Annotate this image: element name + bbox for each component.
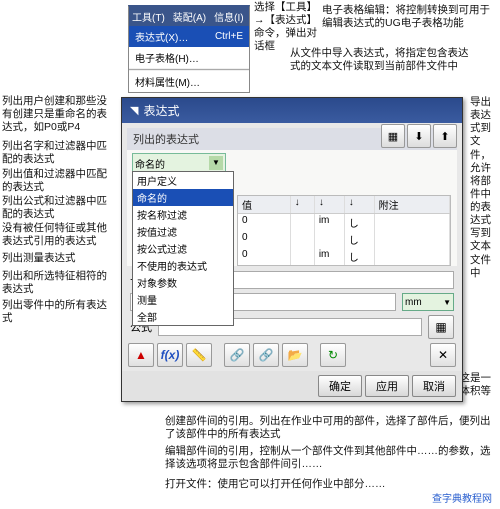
dialog-title: 表达式 xyxy=(143,102,179,119)
dd-opt-all[interactable]: 全部 xyxy=(133,308,233,325)
col-4: ↓ xyxy=(345,196,375,213)
chevron-down-icon: ▼ xyxy=(209,156,223,170)
function-fx-icon[interactable]: f(x) xyxy=(157,343,183,367)
function-toolbar: ▲ f(x) 📏 🔗 🔗 📂 ↻ ✕ xyxy=(128,343,456,367)
dialog-buttons: 确定 应用 取消 xyxy=(122,371,462,401)
open-file-icon[interactable]: 📂 xyxy=(282,343,308,367)
watermark: 查字典教程网 xyxy=(432,490,492,505)
edit-interpart-icon[interactable]: 🔗 xyxy=(253,343,279,367)
listed-expressions-group: 列出的表达式 命名的 ▼ 用户定义 命名的 按名称过滤 按值过滤 按公式过滤 不… xyxy=(127,128,457,266)
dropdown-value: 命名的 xyxy=(135,156,165,171)
menu-item-spreadsheet[interactable]: 电子表格(H)… xyxy=(129,47,249,68)
col-value: 值 xyxy=(238,196,291,213)
ann-l1: 列出用户创建和那些没有创建只是重命名的表达式，如P0或P4 xyxy=(2,95,117,134)
ann-b3: 创建部件间的引用。列出在作业中可用的部件，选择了部件后，便列出了该部件中的所有表… xyxy=(165,415,495,441)
dd-opt-byname[interactable]: 按名称过滤 xyxy=(133,206,233,223)
col-3: ↓ xyxy=(315,196,345,213)
refresh-icon[interactable]: ↻ xyxy=(320,343,346,367)
interpart-ref-icon[interactable]: 🔗 xyxy=(224,343,250,367)
ann-menu: 选择【工具】→【表达式】命令，弹出对话框 xyxy=(254,1,317,54)
ann-excel: 电子表格编辑：将控制转换到可用于编辑表达式的UG电子表格功能 xyxy=(322,4,492,30)
dd-opt-objparam[interactable]: 对象参数 xyxy=(133,274,233,291)
ann-l8: 列出零件中的所有表达式 xyxy=(2,299,117,325)
menu-item-material[interactable]: 材料属性(M)… xyxy=(129,71,249,92)
export-file-icon[interactable]: ⬆ xyxy=(433,124,457,148)
table-row[interactable]: 0imし xyxy=(238,248,450,265)
table-row[interactable]: 0し xyxy=(238,231,450,248)
ok-button[interactable]: 确定 xyxy=(318,375,362,397)
ann-l5: 没有被任何特征或其他表达式引用的表达式 xyxy=(2,222,117,248)
table-header: 值 ↓ ↓ ↓ 附注 xyxy=(238,196,450,214)
unit-dropdown[interactable]: mm▼ xyxy=(402,293,454,311)
stop-icon[interactable]: ▲ xyxy=(128,343,154,367)
menu-tools[interactable]: 工具(T) xyxy=(132,9,165,24)
apply-button[interactable]: 应用 xyxy=(365,375,409,397)
tools-menu: 工具(T) 装配(A) 信息(I) 表达式(X)… Ctrl+E 电子表格(H)… xyxy=(128,5,250,93)
dialog-icon: ◥ xyxy=(130,104,138,117)
dd-opt-measure[interactable]: 测量 xyxy=(133,291,233,308)
ann-l6: 列出测量表达式 xyxy=(2,252,117,265)
expression-dialog: ◥ 表达式 ▦ ⬇ ⬆ 列出的表达式 命名的 ▼ 用户定义 命名的 按名称过滤 … xyxy=(121,97,463,402)
dd-opt-byformula[interactable]: 按公式过滤 xyxy=(133,240,233,257)
ann-b4: 编辑部件间的引用，控制从一个部件文件到其他部件中……的参数，选择该选项将显示包含… xyxy=(165,445,495,471)
filter-dropdown[interactable]: 命名的 ▼ xyxy=(132,153,226,173)
menu-shortcut: Ctrl+E xyxy=(215,31,243,42)
dialog-toolbar: ▦ ⬇ ⬆ xyxy=(381,124,457,148)
dd-opt-unused[interactable]: 不使用的表达式 xyxy=(133,257,233,274)
col-note: 附注 xyxy=(375,196,450,213)
col-2: ↓ xyxy=(291,196,315,213)
measure-distance-icon[interactable]: 📏 xyxy=(186,343,212,367)
dd-opt-named[interactable]: 命名的 xyxy=(133,189,233,206)
dialog-titlebar: ◥ 表达式 xyxy=(122,98,462,123)
ann-l2: 列出名字和过滤器中匹配的表达式 xyxy=(2,140,117,166)
ann-import: 从文件中导入表达式，将指定包含表达式的文本文件读取到当前部件文件中 xyxy=(290,47,470,73)
menu-assembly[interactable]: 装配(A) xyxy=(173,9,206,24)
ann-l3: 列出值和过滤器中匹配的表达式 xyxy=(2,168,117,194)
ann-l7: 列出和所选特征相符的表达式 xyxy=(2,270,117,296)
chevron-down-icon: ▼ xyxy=(443,298,451,307)
menubar[interactable]: 工具(T) 装配(A) 信息(I) xyxy=(129,7,249,26)
delete-icon[interactable]: ✕ xyxy=(430,343,456,367)
menu-item-label: 表达式(X)… xyxy=(135,29,188,44)
excel-edit-icon[interactable]: ▦ xyxy=(381,124,405,148)
menu-info[interactable]: 信息(I) xyxy=(214,9,243,24)
ann-l4: 列出公式和过滤器中匹配的表达式 xyxy=(2,195,117,221)
import-file-icon[interactable]: ⬇ xyxy=(407,124,431,148)
menu-separator xyxy=(129,69,249,70)
dd-opt-byvalue[interactable]: 按值过滤 xyxy=(133,223,233,240)
cancel-button[interactable]: 取消 xyxy=(412,375,456,397)
table-row[interactable]: 0imし xyxy=(238,214,450,231)
menu-item-expression[interactable]: 表达式(X)… Ctrl+E xyxy=(129,26,249,47)
dd-opt-userdef[interactable]: 用户定义 xyxy=(133,172,233,189)
expression-table[interactable]: 值 ↓ ↓ ↓ 附注 0imし 0し 0imし xyxy=(237,195,451,266)
dropdown-list: 用户定义 命名的 按名称过滤 按值过滤 按公式过滤 不使用的表达式 对象参数 测… xyxy=(132,171,234,326)
ann-export: 导出表达式到文件，允许将部件中的表达式写到文本文件中 xyxy=(470,96,498,280)
formula-commit-icon[interactable]: ▦ xyxy=(428,315,454,339)
